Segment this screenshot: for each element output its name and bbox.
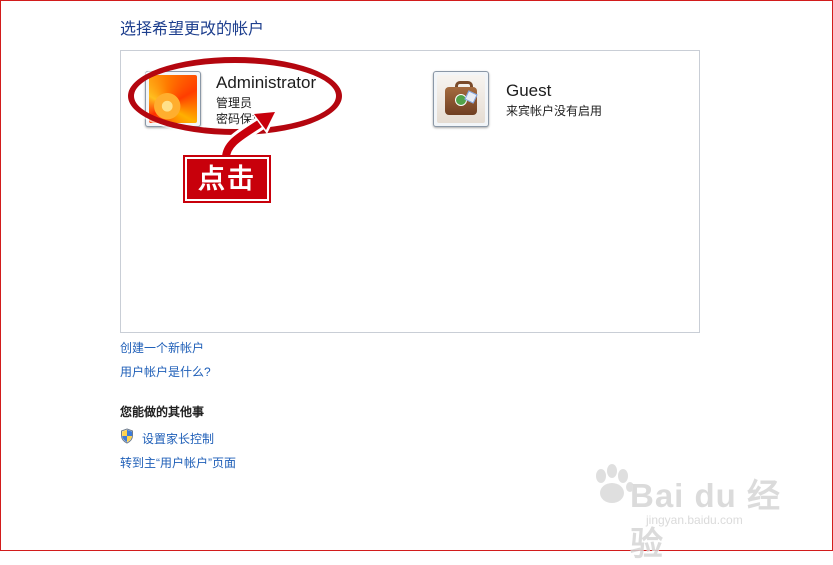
guest-avatar[interactable]	[433, 71, 489, 127]
page-title: 选择希望更改的帐户	[120, 21, 265, 38]
click-callout: 点击	[183, 155, 271, 203]
suitcase-avatar-icon	[437, 75, 485, 123]
other-tasks-heading: 您能做的其他事	[120, 405, 205, 419]
baidu-watermark: Bai du 经验 jingyan.baidu.com	[587, 458, 784, 562]
account-guest[interactable]: Guest 来宾帐户没有启用	[433, 51, 653, 141]
guest-name[interactable]: Guest	[506, 81, 551, 101]
uac-shield-icon	[121, 428, 133, 444]
what-is-account-link[interactable]: 用户帐户是什么?	[120, 363, 211, 380]
create-account-link[interactable]: 创建一个新帐户	[120, 339, 204, 356]
parental-controls-link[interactable]: 设置家长控制	[142, 430, 214, 447]
watermark-url: jingyan.baidu.com	[646, 513, 743, 527]
guest-status: 来宾帐户没有启用	[506, 104, 603, 118]
highlight-ellipse	[128, 57, 342, 135]
main-user-accounts-link[interactable]: 转到主“用户帐户”页面	[120, 454, 236, 471]
